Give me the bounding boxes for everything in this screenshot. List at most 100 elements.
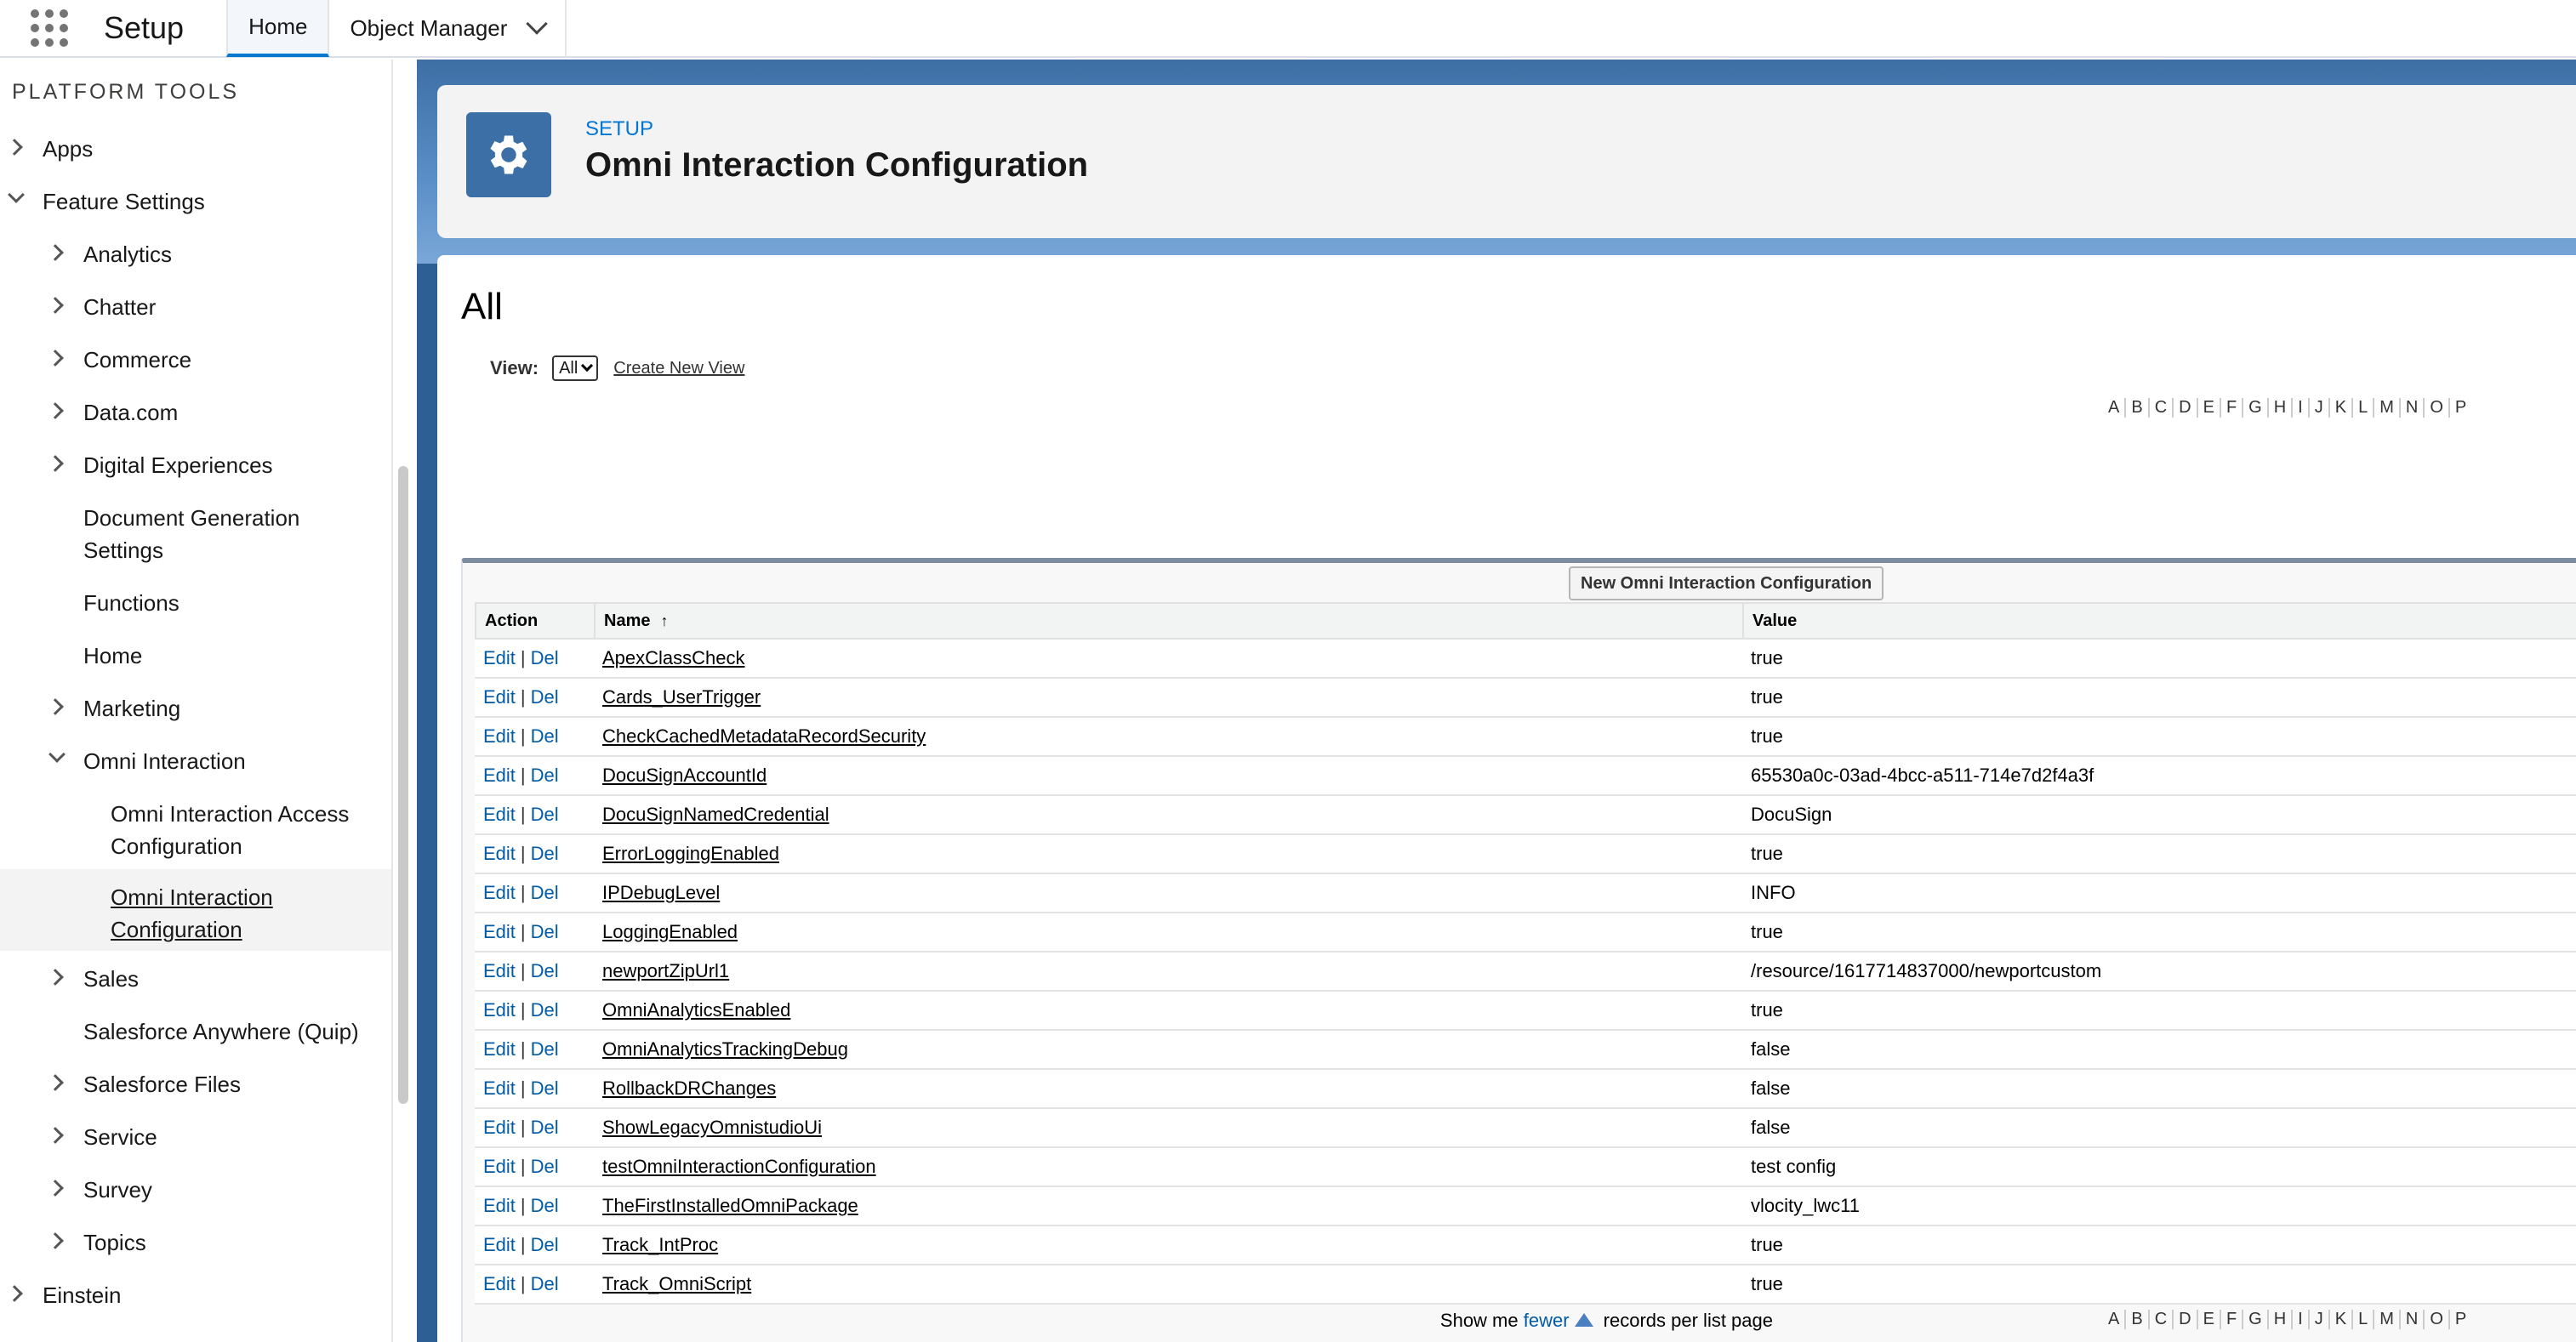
delete-link[interactable]: Del	[531, 1078, 559, 1100]
record-name-link[interactable]: testOmniInteractionConfiguration	[594, 1148, 1742, 1186]
create-new-view-link[interactable]: Create New View	[613, 359, 744, 378]
chevron-right-icon[interactable]	[47, 350, 64, 367]
sidebar-item-salesforce-anywhere[interactable]: Salesforce Anywhere (Quip)	[0, 1012, 391, 1051]
triangle-up-icon[interactable]	[1574, 1313, 1593, 1327]
delete-link[interactable]: Del	[531, 765, 559, 787]
edit-link[interactable]: Edit	[483, 1038, 516, 1061]
edit-link[interactable]: Edit	[483, 725, 516, 748]
alpha-filter-letter[interactable]: M	[2374, 398, 2401, 418]
edit-link[interactable]: Edit	[483, 960, 516, 982]
alpha-filter-letter[interactable]: N	[2401, 1310, 2425, 1329]
delete-link[interactable]: Del	[531, 843, 559, 865]
sidebar-scrollbar[interactable]	[398, 466, 408, 1104]
delete-link[interactable]: Del	[531, 647, 559, 669]
alpha-filter-letter[interactable]: B	[2126, 398, 2150, 418]
record-name-link[interactable]: newportZipUrl1	[594, 952, 1742, 990]
edit-link[interactable]: Edit	[483, 1156, 516, 1178]
alpha-filter-letter[interactable]: H	[2269, 1310, 2294, 1329]
alpha-filter-letter[interactable]: I	[2293, 1310, 2310, 1329]
edit-link[interactable]: Edit	[483, 1234, 516, 1256]
delete-link[interactable]: Del	[531, 921, 559, 943]
chevron-right-icon[interactable]	[47, 402, 64, 419]
chevron-right-icon[interactable]	[6, 1285, 23, 1302]
alpha-filter-letter[interactable]: G	[2243, 398, 2269, 418]
chevron-right-icon[interactable]	[47, 1180, 64, 1197]
edit-link[interactable]: Edit	[483, 882, 516, 904]
sidebar-item-analytics[interactable]: Analytics	[0, 235, 391, 274]
record-name-link[interactable]: ApexClassCheck	[594, 640, 1742, 677]
alpha-filter-letter[interactable]: M	[2374, 1310, 2401, 1329]
delete-link[interactable]: Del	[531, 1156, 559, 1178]
sidebar-item-document-generation-settings[interactable]: Document Generation Settings	[0, 498, 391, 570]
sidebar-item-commerce[interactable]: Commerce	[0, 340, 391, 379]
alpha-filter-letter[interactable]: C	[2150, 1310, 2174, 1329]
record-name-link[interactable]: TheFirstInstalledOmniPackage	[594, 1187, 1742, 1225]
sidebar-item-functions[interactable]: Functions	[0, 583, 391, 623]
column-header-value[interactable]: Value	[1742, 604, 2576, 638]
sidebar-item-service[interactable]: Service	[0, 1117, 391, 1157]
alpha-filter-letter[interactable]: L	[2353, 1310, 2375, 1329]
delete-link[interactable]: Del	[531, 1117, 559, 1139]
edit-link[interactable]: Edit	[483, 921, 516, 943]
record-name-link[interactable]: ShowLegacyOmnistudioUi	[594, 1109, 1742, 1146]
record-name-link[interactable]: DocuSignNamedCredential	[594, 796, 1742, 833]
sidebar-item-omni-interaction[interactable]: Omni Interaction	[0, 742, 391, 781]
alpha-filter-letter[interactable]: A	[2103, 1310, 2127, 1329]
record-name-link[interactable]: RollbackDRChanges	[594, 1070, 1742, 1107]
edit-link[interactable]: Edit	[483, 647, 516, 669]
alpha-filter-letter[interactable]: E	[2198, 398, 2221, 418]
alpha-filter-letter[interactable]: F	[2221, 1310, 2244, 1329]
record-name-link[interactable]: Track_IntProc	[594, 1226, 1742, 1264]
delete-link[interactable]: Del	[531, 1234, 559, 1256]
record-name-link[interactable]: IPDebugLevel	[594, 874, 1742, 912]
record-name-link[interactable]: CheckCachedMetadataRecordSecurity	[594, 718, 1742, 755]
view-select[interactable]: All	[552, 355, 599, 381]
tab-object-manager[interactable]: Object Manager	[329, 0, 567, 57]
chevron-down-icon[interactable]	[48, 746, 66, 763]
delete-link[interactable]: Del	[531, 1273, 559, 1295]
sidebar-item-einstein[interactable]: Einstein	[0, 1276, 391, 1315]
chevron-right-icon[interactable]	[47, 698, 64, 715]
delete-link[interactable]: Del	[531, 999, 559, 1021]
sidebar-item-data-com[interactable]: Data.com	[0, 393, 391, 432]
record-name-link[interactable]: ErrorLoggingEnabled	[594, 835, 1742, 873]
alpha-filter-letter[interactable]: J	[2310, 1310, 2330, 1329]
edit-link[interactable]: Edit	[483, 843, 516, 865]
alpha-filter-letter[interactable]: P	[2450, 1310, 2471, 1329]
alpha-filter-letter[interactable]: A	[2103, 398, 2127, 418]
alpha-filter-letter[interactable]: J	[2310, 398, 2330, 418]
delete-link[interactable]: Del	[531, 960, 559, 982]
sidebar-item-home[interactable]: Home	[0, 636, 391, 675]
tab-home[interactable]: Home	[226, 0, 330, 57]
chevron-right-icon[interactable]	[47, 1232, 64, 1249]
show-fewer-link[interactable]: fewer	[1524, 1310, 1570, 1331]
delete-link[interactable]: Del	[531, 725, 559, 748]
delete-link[interactable]: Del	[531, 1195, 559, 1217]
column-header-name[interactable]: Name ↑	[594, 604, 1742, 638]
edit-link[interactable]: Edit	[483, 1078, 516, 1100]
sidebar-item-digital-experiences[interactable]: Digital Experiences	[0, 446, 391, 485]
sidebar-item-chatter[interactable]: Chatter	[0, 287, 391, 327]
record-name-link[interactable]: Track_OmniScript	[594, 1265, 1742, 1303]
alpha-filter-letter[interactable]: E	[2198, 1310, 2221, 1329]
alpha-filter-letter[interactable]: D	[2174, 398, 2198, 418]
edit-link[interactable]: Edit	[483, 765, 516, 787]
chevron-right-icon[interactable]	[47, 244, 64, 261]
sidebar-item-salesforce-files[interactable]: Salesforce Files	[0, 1065, 391, 1104]
alpha-filter-letter[interactable]: C	[2150, 398, 2174, 418]
sidebar-item-omni-interaction-access-configuration[interactable]: Omni Interaction Access Configuration	[0, 794, 391, 866]
sidebar-item-apps[interactable]: Apps	[0, 129, 391, 168]
alpha-filter-letter[interactable]: L	[2353, 398, 2375, 418]
chevron-right-icon[interactable]	[47, 455, 64, 472]
alpha-filter-letter[interactable]: P	[2450, 398, 2471, 418]
delete-link[interactable]: Del	[531, 686, 559, 708]
record-name-link[interactable]: OmniAnalyticsEnabled	[594, 992, 1742, 1029]
chevron-right-icon[interactable]	[47, 1127, 64, 1144]
chevron-right-icon[interactable]	[47, 1074, 64, 1091]
alpha-filter-letter[interactable]: D	[2174, 1310, 2198, 1329]
record-name-link[interactable]: Cards_UserTrigger	[594, 679, 1742, 716]
edit-link[interactable]: Edit	[483, 686, 516, 708]
alpha-filter-letter[interactable]: B	[2126, 1310, 2150, 1329]
edit-link[interactable]: Edit	[483, 1195, 516, 1217]
record-name-link[interactable]: OmniAnalyticsTrackingDebug	[594, 1031, 1742, 1068]
